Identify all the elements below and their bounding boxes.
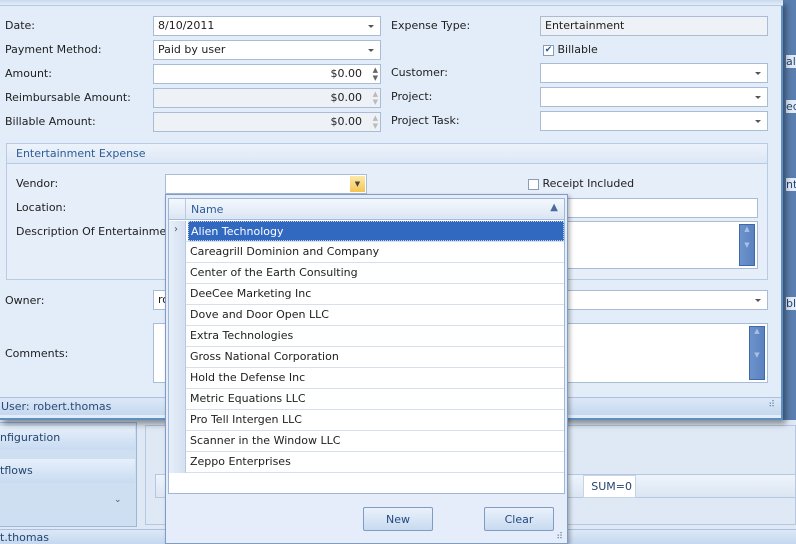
- row-indicator: [169, 347, 186, 368]
- billable-checkbox[interactable]: ✔ Billable: [543, 43, 598, 56]
- resize-grip-icon[interactable]: ⠾: [768, 400, 775, 410]
- description-label: Description Of Entertainment:: [16, 225, 182, 238]
- vendor-name: Hold the Defense Inc: [190, 371, 306, 384]
- row-indicator: [169, 389, 186, 410]
- location-label: Location:: [16, 201, 67, 214]
- checkmark-icon: ✔: [543, 44, 554, 56]
- vendor-row[interactable]: Pro Tell Intergen LLC: [169, 410, 564, 431]
- comments-label: Comments:: [5, 347, 69, 360]
- vendor-row[interactable]: Dove and Door Open LLC: [169, 305, 564, 326]
- expense-type-label: Expense Type:: [391, 19, 471, 32]
- spin-icon: ▲ ▼: [372, 114, 378, 130]
- payment-method-label: Payment Method:: [5, 43, 102, 56]
- row-indicator: [169, 263, 186, 284]
- background-text: bl: [786, 297, 796, 310]
- vendor-row[interactable]: DeeCee Marketing Inc: [169, 284, 564, 305]
- row-indicator: [169, 431, 186, 452]
- nav-item-configuration[interactable]: nfiguration: [0, 426, 135, 450]
- date-field[interactable]: 8/10/2011: [153, 16, 381, 36]
- row-indicator: [169, 410, 186, 431]
- grid-header: Name ▲: [169, 199, 564, 220]
- vendor-name: Alien Technology: [188, 221, 564, 241]
- project-select[interactable]: [540, 87, 768, 107]
- background-text: ed: [786, 100, 796, 113]
- owner-label: Owner:: [5, 294, 45, 307]
- vendor-combo[interactable]: ▼: [165, 174, 367, 194]
- vendor-row[interactable]: Careagrill Dominion and Company: [169, 242, 564, 263]
- vendor-name: Careagrill Dominion and Company: [190, 245, 380, 258]
- vendor-name: Gross National Corporation: [190, 350, 339, 363]
- scrollbar[interactable]: ▲ ▼: [749, 326, 765, 380]
- row-indicator: [169, 284, 186, 305]
- vendor-row[interactable]: Center of the Earth Consulting: [169, 263, 564, 284]
- amount-label: Amount:: [5, 67, 52, 80]
- vendor-row[interactable]: Gross National Corporation: [169, 347, 564, 368]
- amount-field[interactable]: $0.00 ▲ ▼: [153, 64, 381, 84]
- project-label: Project:: [391, 90, 433, 103]
- status-user: User: robert.thomas: [1, 400, 112, 413]
- background-text: nt: [786, 178, 796, 191]
- nav-pane: nfiguration tflows ⌄: [0, 422, 137, 527]
- spin-icon: ▲ ▼: [372, 66, 378, 82]
- billable-amount-field: $0.00 ▲ ▼: [153, 112, 381, 132]
- payment-method-select[interactable]: Paid by user: [153, 40, 381, 60]
- row-indicator: [169, 242, 186, 263]
- vendor-row[interactable]: Extra Technologies: [169, 326, 564, 347]
- expense-type-field: Entertainment: [540, 16, 768, 36]
- group-title: Entertainment Expense: [7, 144, 767, 164]
- column-header-name[interactable]: Name: [191, 203, 223, 216]
- new-button[interactable]: New: [363, 507, 433, 531]
- project-task-select[interactable]: [540, 111, 768, 131]
- vendor-row[interactable]: Scanner in the Window LLC: [169, 431, 564, 452]
- clear-button[interactable]: Clear: [484, 507, 554, 531]
- vendor-name: Extra Technologies: [190, 329, 294, 342]
- chevron-down-icon[interactable]: ⌄: [114, 495, 122, 505]
- vendor-row[interactable]: › Alien Technology: [169, 221, 564, 242]
- resize-grip-icon[interactable]: ⠾: [556, 532, 563, 542]
- vendor-name: Pro Tell Intergen LLC: [190, 413, 302, 426]
- row-indicator: [169, 368, 186, 389]
- dropdown-arrow-icon[interactable]: ▼: [350, 176, 365, 192]
- vendor-row[interactable]: Hold the Defense Inc: [169, 368, 564, 389]
- sum-cell: SUM=0: [583, 475, 636, 498]
- vendor-name: Metric Equations LLC: [190, 392, 306, 405]
- reimbursable-amount-label: Reimbursable Amount:: [5, 91, 131, 104]
- row-indicator: [169, 452, 186, 473]
- background-text: al: [786, 55, 796, 68]
- nav-item-workflows[interactable]: tflows: [0, 459, 135, 483]
- background-window-edge: al ed nt bl: [783, 0, 796, 420]
- vendor-label: Vendor:: [16, 177, 59, 190]
- row-indicator: [169, 326, 186, 347]
- row-indicator: [169, 305, 186, 326]
- vendor-row[interactable]: Zeppo Enterprises: [169, 452, 564, 473]
- date-label: Date:: [5, 19, 35, 32]
- vendor-name: Zeppo Enterprises: [190, 455, 291, 468]
- spin-icon: ▲ ▼: [372, 90, 378, 106]
- billable-amount-label: Billable Amount:: [5, 115, 96, 128]
- vendor-name: Dove and Door Open LLC: [190, 308, 329, 321]
- vendor-name: Scanner in the Window LLC: [190, 434, 341, 447]
- sort-ascending-icon: ▲: [550, 202, 558, 213]
- project-task-label: Project Task:: [391, 114, 460, 127]
- reimbursable-amount-field: $0.00 ▲ ▼: [153, 88, 381, 108]
- current-row-arrow-icon: ›: [169, 221, 186, 242]
- vendor-dropdown-popup: Name ▲ › Alien Technology Careagrill Domin…: [165, 194, 568, 544]
- customer-select[interactable]: [540, 63, 768, 83]
- scrollbar[interactable]: ▲ ▼: [739, 224, 755, 266]
- vendor-name: DeeCee Marketing Inc: [190, 287, 312, 300]
- customer-label: Customer:: [391, 66, 448, 79]
- vendor-row[interactable]: Metric Equations LLC: [169, 389, 564, 410]
- vendor-name: Center of the Earth Consulting: [190, 266, 358, 279]
- vendor-grid: Name ▲ › Alien Technology Careagrill Domin…: [168, 198, 565, 494]
- receipt-included-checkbox[interactable]: Receipt Included: [528, 177, 634, 190]
